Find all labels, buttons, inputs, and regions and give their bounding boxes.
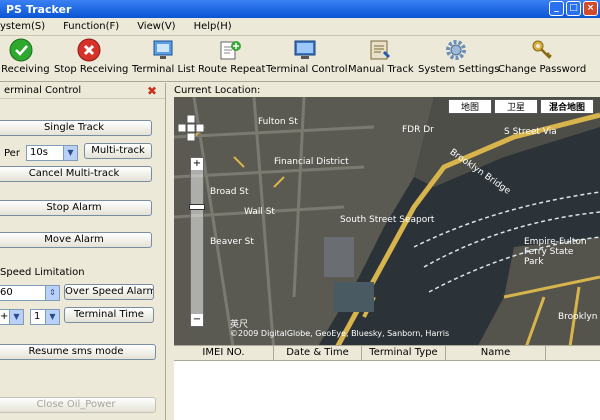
over-speed-alarm-button[interactable]: Over Speed Alarm [64, 284, 154, 300]
zoom-out-icon[interactable]: − [191, 314, 203, 326]
terminal-control-panel: erminal Control ✖ Single Track Per 10s ▼… [0, 83, 166, 420]
menu-function[interactable]: Function(F) [54, 18, 128, 35]
map-type-hybrid[interactable]: 混合地图 [539, 99, 594, 114]
panel-header: erminal Control ✖ [0, 83, 165, 99]
terminal-list-icon [151, 38, 175, 62]
spinner-icon: ⇕ [45, 286, 59, 300]
start-receiving-button[interactable]: t Receiving [0, 38, 50, 75]
cancel-multi-track-button[interactable]: Cancel Multi-track [0, 166, 152, 182]
stop-receiving-icon [77, 38, 101, 62]
map-label-brooklyn: Brooklyn [558, 312, 598, 322]
column-imei[interactable]: IMEI NO. [174, 346, 274, 360]
toolbar: t Receiving Stop Receiving Terminal List… [0, 36, 600, 82]
zoom-handle[interactable] [189, 204, 205, 210]
watermark: ALBIKE.RU [517, 403, 588, 416]
stop-alarm-button[interactable]: Stop Alarm [0, 200, 152, 216]
title-bar: PS Tracker _ □ × [0, 0, 600, 18]
terminal-control-icon [293, 38, 317, 62]
satellite-map[interactable]: 地图 卫星 混合地图 + − Financial District South … [174, 97, 600, 353]
column-terminal-type[interactable]: Terminal Type [362, 346, 446, 360]
column-name[interactable]: Name [446, 346, 546, 360]
map-label-fulton-st: Fulton St [258, 117, 298, 127]
terminal-grid-header: IMEI NO. Date & Time Terminal Type Name [174, 345, 600, 361]
chevron-down-icon: ▼ [9, 310, 23, 324]
speed-stepper[interactable]: 60 ⇕ [0, 285, 60, 301]
route-repeat-button[interactable]: Route Repeat [198, 38, 265, 75]
terminal-time-button[interactable]: Terminal Time [64, 307, 154, 323]
map-label-empire-fulton: Empire-Fulton Ferry State Park [524, 237, 587, 267]
map-label-wall-st: Wall St [244, 207, 275, 217]
time-select-2[interactable]: 1 ▼ [30, 309, 60, 325]
speed-limitation-label: Speed Limitation [0, 267, 85, 278]
maximize-button[interactable]: □ [566, 1, 581, 16]
multi-track-button[interactable]: Multi-track [84, 143, 152, 159]
interval-select[interactable]: 10s ▼ [26, 145, 78, 161]
menu-system[interactable]: ystem(S) [0, 18, 54, 35]
gear-icon [444, 38, 468, 62]
map-type-switcher: 地图 卫星 混合地图 [447, 99, 594, 114]
chevron-down-icon: ▼ [45, 310, 59, 324]
close-oil-power-button[interactable]: Close Oil_Power [0, 397, 156, 413]
terminal-list-button[interactable]: Terminal List [132, 38, 195, 75]
per-label: Per [4, 148, 20, 159]
time-select-1[interactable]: + ▼ [0, 309, 24, 325]
map-type-satellite[interactable]: 卫星 [493, 99, 538, 114]
pan-control[interactable] [177, 114, 205, 153]
key-icon [530, 38, 554, 62]
close-window-button[interactable]: × [583, 1, 598, 16]
map-label-fdr-dr: FDR Dr [402, 125, 434, 135]
current-location-label: Current Location: [174, 85, 261, 96]
map-label-financial-district: Financial District [274, 157, 349, 167]
zoom-in-icon[interactable]: + [191, 158, 203, 170]
map-type-map[interactable]: 地图 [447, 99, 492, 114]
resume-sms-mode-button[interactable]: Resume sms mode [0, 344, 156, 360]
terminal-control-button[interactable]: Terminal Control [266, 38, 348, 75]
close-icon[interactable]: ✖ [147, 84, 157, 98]
map-label-broad-st: Broad St [210, 187, 249, 197]
manual-track-icon [368, 38, 392, 62]
chevron-down-icon: ▼ [63, 146, 77, 160]
system-settings-button[interactable]: System Settings [418, 38, 499, 75]
move-alarm-button[interactable]: Move Alarm [0, 232, 152, 248]
stop-receiving-button[interactable]: Stop Receiving [54, 38, 128, 75]
map-label-beaver-st: Beaver St [210, 237, 254, 247]
panel-title: erminal Control [4, 85, 82, 96]
start-receiving-icon [9, 38, 33, 62]
map-label-s-street-via: S Street Via [504, 127, 557, 137]
manual-track-button[interactable]: Manual Track [348, 38, 414, 75]
change-password-button[interactable]: Change Password [498, 38, 586, 75]
single-track-button[interactable]: Single Track [0, 120, 152, 136]
map-copyright: ©2009 DigitalGlobe, GeoEye, Bluesky, San… [230, 329, 450, 338]
menu-view[interactable]: View(V) [128, 18, 184, 35]
menu-help[interactable]: Help(H) [185, 18, 241, 35]
route-repeat-icon [218, 38, 242, 62]
map-area: Current Location: 地图 卫星 混合地图 + − Financi… [168, 83, 600, 420]
window-title: PS Tracker [6, 3, 72, 16]
map-label-south-street-seaport: South Street Seaport [340, 215, 435, 225]
minimize-button[interactable]: _ [549, 1, 564, 16]
menu-bar: ystem(S) Function(F) View(V) Help(H) [0, 18, 600, 36]
zoom-slider[interactable]: + − [189, 157, 205, 327]
column-date-time[interactable]: Date & Time [274, 346, 362, 360]
